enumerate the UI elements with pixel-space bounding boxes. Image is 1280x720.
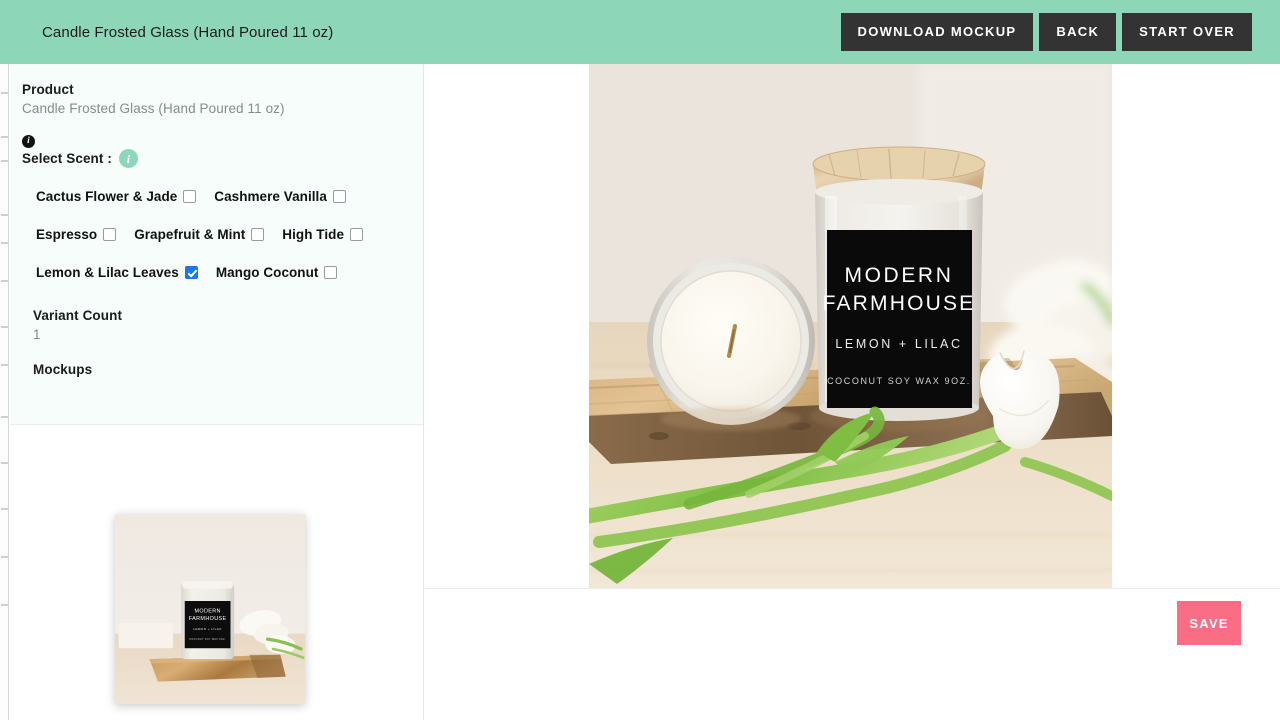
scent-option-cactus-flower-jade[interactable]: Cactus Flower & Jade — [36, 189, 197, 204]
page-title: Candle Frosted Glass (Hand Poured 11 oz) — [42, 23, 334, 41]
mockups-label: Mockups — [33, 362, 93, 377]
scent-label: High Tide — [282, 227, 344, 242]
scent-label: Lemon & Lilac Leaves — [36, 265, 179, 280]
sidebar-panel: Product Candle Frosted Glass (Hand Poure… — [0, 64, 424, 720]
svg-text:FARMHOUSE: FARMHOUSE — [189, 616, 227, 622]
svg-text:LEMON + LILAC: LEMON + LILAC — [193, 627, 222, 631]
mockup-thumbnail-area: MODERN FARMHOUSE LEMON + LILAC COCONUT S… — [10, 426, 423, 720]
scent-checkbox-high-tide[interactable] — [350, 228, 363, 241]
product-label: Product — [22, 82, 74, 97]
candle-hero-image: MODERN FARMHOUSE LEMON + LILAC COCONUT S… — [589, 64, 1112, 588]
top-header-bar: Candle Frosted Glass (Hand Poured 11 oz)… — [0, 0, 1280, 64]
variant-count-label: Variant Count — [33, 308, 123, 323]
scent-option-cashmere-vanilla[interactable]: Cashmere Vanilla — [214, 189, 346, 204]
product-field: Product Candle Frosted Glass (Hand Poure… — [22, 82, 402, 116]
scent-label: Grapefruit & Mint — [134, 227, 246, 242]
candle-scene-thumb-svg: MODERN FARMHOUSE LEMON + LILAC COCONUT S… — [115, 514, 305, 704]
scent-label: Espresso — [36, 227, 98, 242]
scent-row: Lemon & Lilac Leaves Mango Coconut — [22, 265, 402, 280]
mockups-section: Mockups — [22, 362, 402, 377]
mockup-thumbnail[interactable]: MODERN FARMHOUSE LEMON + LILAC COCONUT S… — [115, 514, 305, 704]
scent-checkbox-cactus-flower-jade[interactable] — [183, 190, 197, 203]
footer-bar: SAVE — [425, 588, 1280, 720]
scent-checkbox-grapefruit-mint[interactable] — [251, 228, 265, 241]
select-scent-label: Select Scent : — [22, 151, 112, 166]
app-root: Candle Frosted Glass (Hand Poured 11 oz)… — [0, 0, 1280, 720]
label-detail: COCONUT SOY WAX 9OZ. — [827, 376, 971, 386]
header-actions: DOWNLOAD MOCKUP BACK START OVER — [840, 13, 1252, 51]
scent-option-mango-coconut[interactable]: Mango Coconut — [216, 265, 338, 280]
scent-checkbox-mango-coconut[interactable] — [324, 266, 338, 279]
scent-info-icon[interactable]: i — [118, 149, 138, 168]
download-mockup-button[interactable]: DOWNLOAD MOCKUP — [840, 13, 1034, 51]
product-value: Candle Frosted Glass (Hand Poured 11 oz) — [22, 101, 285, 116]
candle-scene-svg: MODERN FARMHOUSE LEMON + LILAC COCONUT S… — [589, 64, 1112, 588]
scent-checkbox-lemon-lilac-leaves[interactable] — [184, 266, 198, 279]
scent-label: Cashmere Vanilla — [214, 189, 327, 204]
scent-option-high-tide[interactable]: High Tide — [282, 227, 363, 242]
scent-option-espresso[interactable]: Espresso — [36, 227, 117, 242]
candle-thumbnail-image: MODERN FARMHOUSE LEMON + LILAC COCONUT S… — [115, 514, 305, 704]
scent-row: Espresso Grapefruit & Mint High Tide — [22, 227, 402, 242]
scent-checkbox-espresso[interactable] — [103, 228, 117, 241]
label-brand-line1: MODERN — [845, 264, 954, 287]
variant-count-value: 1 — [33, 327, 41, 342]
select-scent-header: Select Scent : i — [22, 149, 402, 168]
svg-text:COCONUT SOY WAX 9OZ.: COCONUT SOY WAX 9OZ. — [189, 638, 226, 641]
mockup-preview-image[interactable]: MODERN FARMHOUSE LEMON + LILAC COCONUT S… — [589, 64, 1112, 588]
sidebar-scrollbar[interactable] — [0, 64, 9, 720]
info-icon[interactable]: i — [22, 135, 35, 149]
scent-option-grapefruit-mint[interactable]: Grapefruit & Mint — [134, 227, 265, 242]
scent-option-lemon-lilac-leaves[interactable]: Lemon & Lilac Leaves — [36, 265, 198, 280]
scent-options-group: Cactus Flower & Jade Cashmere Vanilla Es… — [22, 189, 402, 280]
mockup-canvas: MODERN FARMHOUSE LEMON + LILAC COCONUT S… — [425, 64, 1280, 588]
scent-checkbox-cashmere-vanilla[interactable] — [332, 190, 346, 203]
save-button[interactable]: SAVE — [1177, 601, 1241, 645]
label-scent: LEMON + LILAC — [835, 337, 962, 351]
product-info-panel: Product Candle Frosted Glass (Hand Poure… — [10, 64, 423, 425]
label-brand-line2: FARMHOUSE — [823, 292, 976, 315]
scent-row: Cactus Flower & Jade Cashmere Vanilla — [22, 189, 402, 204]
start-over-button[interactable]: START OVER — [1122, 13, 1252, 51]
scent-label: Mango Coconut — [215, 265, 319, 280]
svg-text:MODERN: MODERN — [194, 609, 220, 615]
variant-count-field: Variant Count 1 — [22, 308, 402, 342]
scent-label: Cactus Flower & Jade — [36, 189, 178, 204]
back-button[interactable]: BACK — [1039, 13, 1117, 51]
product-info-icon-row: i — [22, 130, 402, 149]
